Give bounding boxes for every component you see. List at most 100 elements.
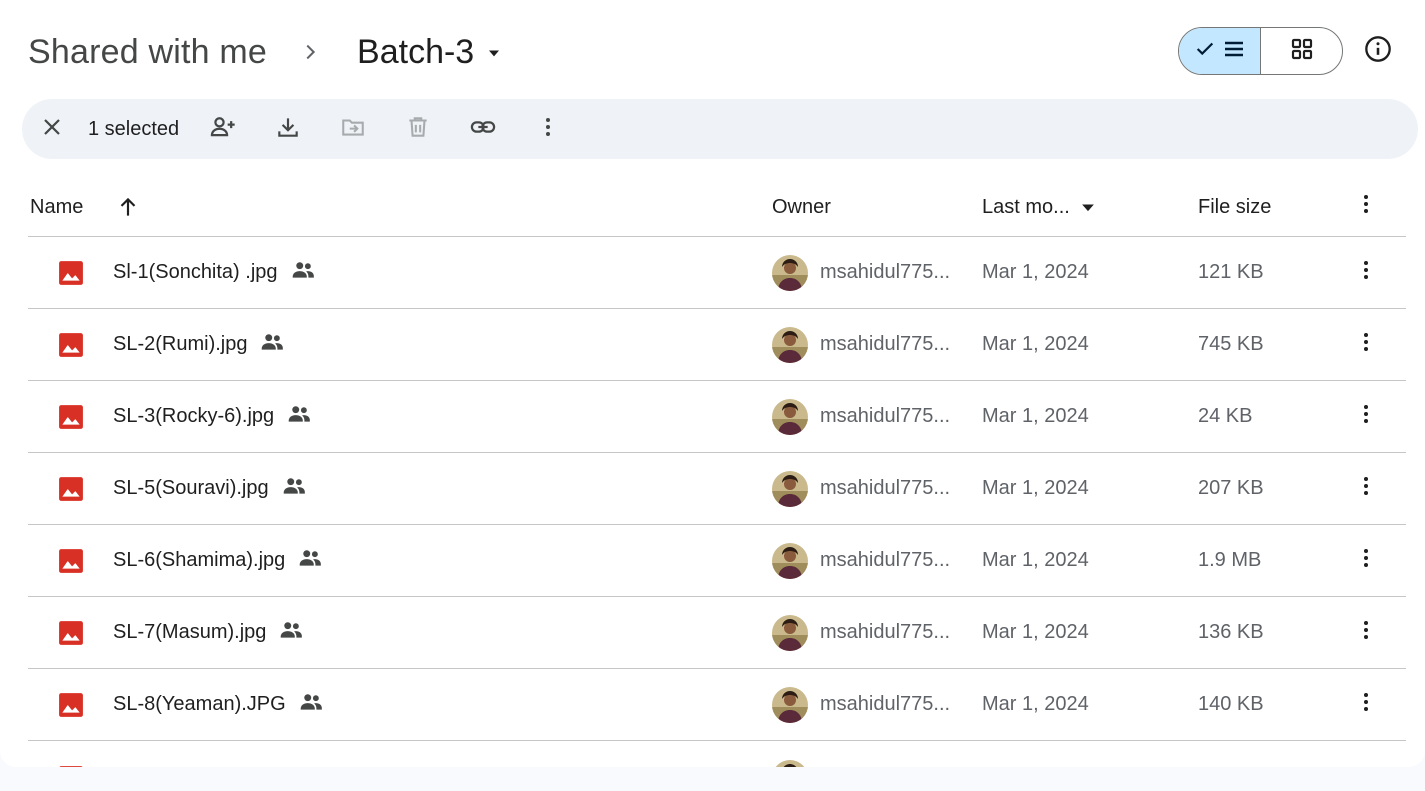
column-file-size[interactable]: File size: [1198, 178, 1271, 236]
owner: msahidul775...: [772, 309, 960, 380]
grid-view-icon: [1290, 37, 1314, 66]
owner-name: msahidul775...: [820, 405, 951, 427]
file-size: 207 KB: [1198, 477, 1264, 499]
table-row-partial[interactable]: [28, 741, 1406, 767]
avatar: [772, 760, 808, 767]
breadcrumb-current-label: Batch-3: [357, 32, 475, 71]
file-size: 121 KB: [1198, 261, 1264, 283]
details-button[interactable]: [1358, 31, 1398, 71]
file-name: SL-8(Yeaman).JPG: [113, 669, 324, 740]
row-more-actions-button[interactable]: [1350, 309, 1382, 380]
shared-people-icon: [281, 473, 307, 505]
avatar: [772, 686, 808, 723]
row-more-actions-button[interactable]: [1350, 525, 1382, 596]
sort-arrow-up-icon[interactable]: [115, 194, 141, 220]
avatar: [772, 614, 808, 651]
drive-panel: Shared with me Batch-3 1 selected Name O…: [0, 0, 1425, 767]
download-button[interactable]: [272, 113, 304, 145]
more-vert-icon: [1354, 618, 1378, 648]
owner-name: msahidul775...: [820, 261, 951, 283]
caret-down-icon: [484, 33, 504, 72]
download-icon: [275, 114, 301, 145]
more-vert-icon: [1354, 258, 1378, 288]
row-more-actions-button[interactable]: [1350, 453, 1382, 524]
table-row[interactable]: SL-5(Souravi).jpg msahidul775... Mar 1, …: [28, 453, 1406, 525]
info-icon: [1364, 35, 1392, 68]
file-name-label: SL-6(Shamima).jpg: [113, 549, 286, 571]
last-modified: Mar 1, 2024: [982, 333, 1089, 355]
table-row[interactable]: SL-8(Yeaman).JPG msahidul775... Mar 1, 2…: [28, 669, 1406, 741]
last-modified: Mar 1, 2024: [982, 261, 1089, 283]
breadcrumb: Shared with me Batch-3: [28, 24, 510, 80]
copy-link-button[interactable]: [467, 113, 499, 145]
file-name-label: SL-2(Rumi).jpg: [113, 333, 248, 355]
row-more-actions-button[interactable]: [1350, 597, 1382, 668]
file-name-label: SL-7(Masum).jpg: [113, 621, 267, 643]
file-size: 1.9 MB: [1198, 549, 1262, 571]
row-more-actions-button[interactable]: [1350, 669, 1382, 740]
column-last-modified-label: Last mo...: [982, 195, 1070, 218]
avatar: [772, 326, 808, 363]
image-file-icon: [58, 381, 84, 452]
more-vert-icon: [1354, 402, 1378, 432]
list-view-button[interactable]: [1179, 28, 1261, 74]
more-vert-icon: [1354, 474, 1378, 504]
move-to-folder-icon: [340, 114, 366, 145]
owner-name: msahidul775...: [820, 693, 951, 715]
grid-view-button[interactable]: [1261, 28, 1342, 74]
more-vert-icon: [1354, 690, 1378, 720]
column-file-size-label: File size: [1198, 195, 1272, 218]
table-row[interactable]: SL-3(Rocky-6).jpg msahidul775... Mar 1, …: [28, 381, 1406, 453]
column-owner[interactable]: Owner: [772, 178, 831, 236]
table-row[interactable]: Sl-1(Sonchita) .jpg msahidul775... Mar 1…: [28, 237, 1406, 309]
breadcrumb-root[interactable]: Shared with me: [28, 33, 267, 72]
file-list: Sl-1(Sonchita) .jpg msahidul775... Mar 1…: [28, 237, 1406, 767]
trash-button[interactable]: [402, 113, 434, 145]
table-header: Name Owner Last mo... File size: [28, 178, 1406, 237]
table-row[interactable]: SL-6(Shamima).jpg msahidul775... Mar 1, …: [28, 525, 1406, 597]
move-button[interactable]: [337, 113, 369, 145]
more-actions-button[interactable]: [532, 113, 564, 145]
more-vert-icon: [1354, 192, 1378, 222]
avatar: [772, 470, 808, 507]
file-name-label: SL-8(Yeaman).JPG: [113, 693, 286, 715]
selection-toolbar: 1 selected: [22, 99, 1418, 159]
owner: msahidul775...: [772, 453, 960, 524]
file-name: SL-6(Shamima).jpg: [113, 525, 323, 596]
file-name: Sl-1(Sonchita) .jpg: [113, 237, 316, 308]
last-modified: Mar 1, 2024: [982, 621, 1089, 643]
share-button[interactable]: [207, 113, 239, 145]
avatar: [772, 254, 808, 291]
column-last-modified[interactable]: Last mo...: [982, 178, 1098, 236]
shared-people-icon: [259, 329, 285, 361]
clear-selection-button[interactable]: [36, 113, 68, 145]
more-vert-icon: [536, 115, 560, 144]
table-row[interactable]: SL-7(Masum).jpg msahidul775... Mar 1, 20…: [28, 597, 1406, 669]
image-file-icon: [58, 597, 84, 668]
file-size: 24 KB: [1198, 405, 1253, 427]
avatar: [772, 542, 808, 579]
owner-name: msahidul775...: [820, 621, 951, 643]
file-size: 140 KB: [1198, 693, 1264, 715]
last-modified: Mar 1, 2024: [982, 549, 1089, 571]
column-name[interactable]: Name: [30, 178, 141, 236]
file-name: SL-7(Masum).jpg: [113, 597, 304, 668]
last-modified: Mar 1, 2024: [982, 693, 1089, 715]
breadcrumb-current-folder[interactable]: Batch-3: [351, 29, 510, 76]
owner-name: msahidul775...: [820, 333, 951, 355]
image-file-icon: [58, 237, 84, 308]
list-view-icon: [1222, 37, 1246, 66]
row-more-actions-button[interactable]: [1350, 237, 1382, 308]
owner: msahidul775...: [772, 597, 960, 668]
owner: msahidul775...: [772, 237, 960, 308]
column-options-button[interactable]: [1350, 178, 1382, 236]
image-file-icon: [58, 765, 84, 767]
file-name-label: Sl-1(Sonchita) .jpg: [113, 261, 278, 283]
owner-name: msahidul775...: [820, 549, 951, 571]
row-more-actions-button[interactable]: [1350, 381, 1382, 452]
owner: msahidul775...: [772, 525, 960, 596]
column-name-label: Name: [30, 195, 84, 218]
table-row[interactable]: SL-2(Rumi).jpg msahidul775... Mar 1, 202…: [28, 309, 1406, 381]
more-vert-icon: [1354, 330, 1378, 360]
image-file-icon: [58, 453, 84, 524]
